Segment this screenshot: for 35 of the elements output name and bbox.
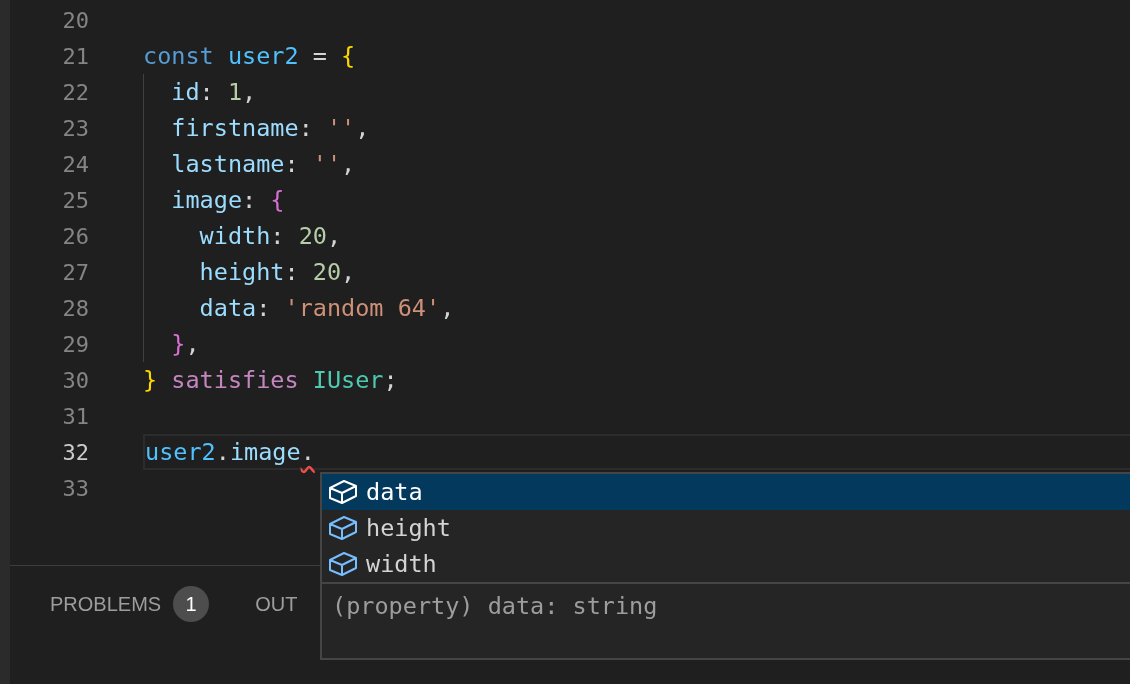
- line-number: 33: [61, 475, 89, 501]
- line-number: 28: [61, 295, 89, 321]
- code-line: user2.image.: [145, 438, 315, 466]
- code-line: width: 20,: [198, 222, 342, 250]
- code-line: image: {: [170, 186, 285, 214]
- panel-tab[interactable]: PROBLEMS: [50, 592, 162, 616]
- line-number: 21: [61, 43, 89, 69]
- code-line: data: 'random 64',: [198, 294, 455, 322]
- line-number: 31: [61, 403, 89, 429]
- code-line: lastname: '',: [170, 150, 356, 178]
- line-number: 27: [61, 259, 89, 285]
- line-number: 30: [61, 367, 89, 393]
- cube-icon: [328, 515, 358, 541]
- code-line: id: 1,: [170, 78, 257, 106]
- code-line: } satisfies IUser;: [143, 366, 398, 394]
- code-line: height: 20,: [198, 258, 356, 286]
- cube-icon: [328, 551, 358, 577]
- panel-tab[interactable]: OUT: [255, 592, 298, 616]
- code-line: const user2 = {: [143, 42, 356, 70]
- code-line: },: [170, 330, 200, 358]
- suggestion-item[interactable]: data: [322, 474, 1130, 510]
- line-number: 20: [61, 7, 89, 33]
- suggestion-item[interactable]: width: [322, 546, 1130, 582]
- suggestion-item[interactable]: height: [322, 510, 1130, 546]
- code-line: firstname: '',: [170, 114, 370, 142]
- line-number: 24: [61, 151, 89, 177]
- line-number: 25: [61, 187, 89, 213]
- line-number: 23: [61, 115, 89, 141]
- cube-icon: [328, 479, 358, 505]
- suggestion-detail: (property) data: string: [331, 591, 659, 620]
- line-number: 26: [61, 223, 89, 249]
- line-number: 29: [61, 331, 89, 357]
- line-number: 22: [61, 79, 89, 105]
- line-number: 32: [61, 439, 89, 465]
- count-badge: 1: [173, 586, 210, 622]
